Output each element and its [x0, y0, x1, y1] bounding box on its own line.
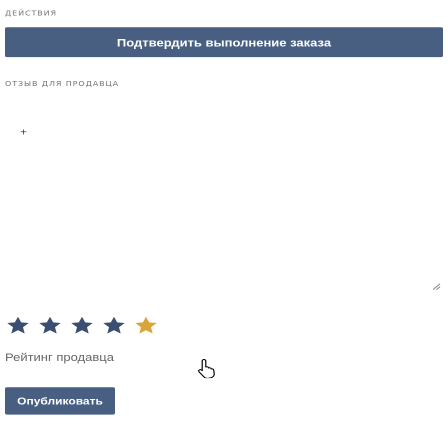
- hand-pointer-icon: [197, 358, 219, 379]
- add-icon[interactable]: +: [20, 127, 27, 137]
- star-icon[interactable]: [37, 314, 63, 336]
- rating-stars: [5, 314, 159, 336]
- feedback-section-label: отзыв для продавца: [5, 80, 120, 88]
- star-icon[interactable]: [101, 314, 127, 336]
- confirm-order-button[interactable]: Подтвердить выполнение заказа: [5, 27, 443, 58]
- seller-rating-label: Рейтинг продавца: [5, 350, 114, 364]
- actions-section-label: действия: [5, 9, 57, 18]
- star-icon[interactable]: [69, 314, 95, 336]
- resize-handle-icon[interactable]: [432, 280, 441, 290]
- seller-actions-panel: действия Подтвердить выполнение заказа о…: [0, 0, 448, 422]
- star-icon[interactable]: [5, 314, 31, 336]
- feedback-textarea[interactable]: +: [5, 104, 443, 299]
- star-icon[interactable]: [133, 314, 159, 336]
- publish-button[interactable]: Опубликовать: [5, 387, 115, 415]
